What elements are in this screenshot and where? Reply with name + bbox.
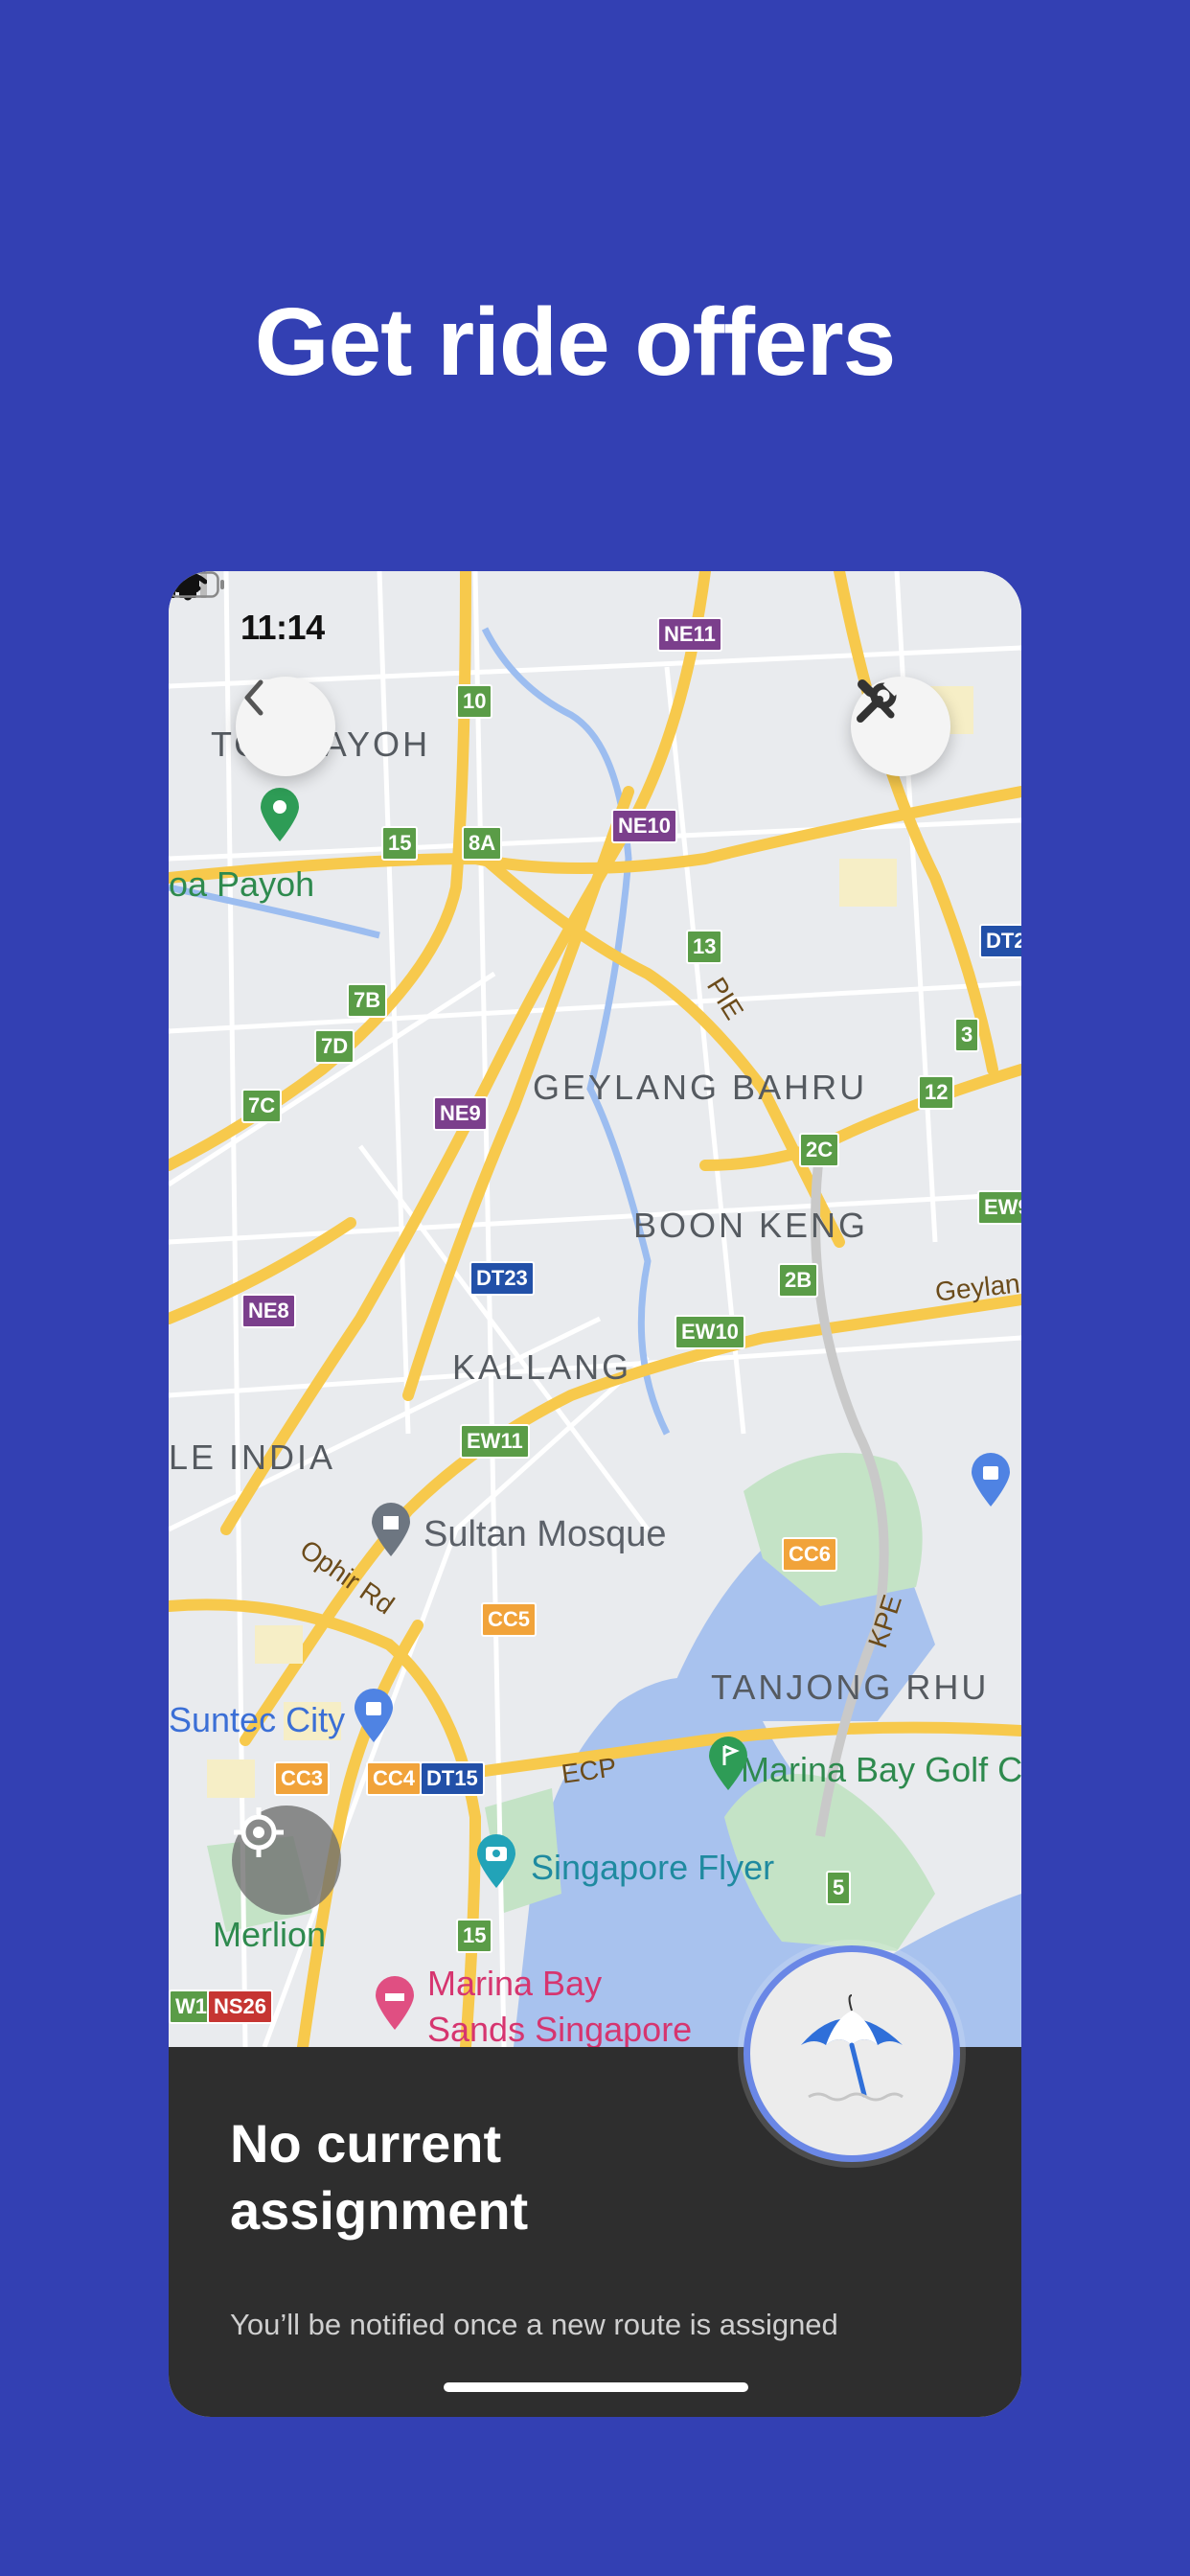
home-indicator[interactable] [444, 2382, 748, 2392]
back-button[interactable] [236, 677, 335, 776]
status-bar: 11:14 [169, 571, 1021, 667]
map-badge: 7B [347, 983, 388, 1018]
map-badge: DT23 [469, 1261, 535, 1296]
map-badge: 15 [456, 1919, 493, 1953]
shopping-pin-icon[interactable] [353, 1687, 395, 1744]
map-badge: 13 [686, 930, 723, 964]
area-label-little-india: LE INDIA [169, 1438, 336, 1477]
place-label-merlion: Merlion [213, 1915, 327, 1954]
map-badge: CC3 [274, 1761, 331, 1796]
tools-button[interactable] [851, 677, 950, 776]
map-badge: 3 [954, 1018, 980, 1052]
map-badge: 12 [918, 1075, 955, 1110]
area-label-tanjong-rhu: TANJONG RHU [711, 1668, 990, 1707]
map-badge: 5 [826, 1871, 852, 1905]
map-badge: 2B [778, 1263, 819, 1298]
map-badge: NS26 [207, 1990, 274, 2024]
map-badge: DT15 [420, 1761, 485, 1796]
place-label-suntec-city: Suntec City [169, 1700, 346, 1739]
assignment-subtitle: You’ll be notified once a new route is a… [230, 2308, 838, 2341]
map-view[interactable]: TOA PAYOH GEYLANG BAHRU BOON KENG KALLAN… [169, 571, 1021, 2049]
place-label-singapore-flyer: Singapore Flyer [531, 1848, 775, 1887]
my-location-button[interactable] [232, 1806, 341, 1915]
phone-screenshot: TOA PAYOH GEYLANG BAHRU BOON KENG KALLAN… [169, 571, 1021, 2417]
map-badge: CC4 [366, 1761, 423, 1796]
map-badge: CC5 [481, 1602, 538, 1637]
battery-icon [169, 571, 224, 598]
map-badge: 7C [241, 1089, 283, 1123]
map-badge: EW11 [460, 1424, 530, 1459]
area-label-boon-keng: BOON KENG [633, 1206, 869, 1245]
area-label-geylang-bahru: GEYLANG BAHRU [533, 1068, 868, 1107]
map-badge: 7D [314, 1029, 355, 1064]
place-label-toa-payoh: oa Payoh [169, 864, 315, 904]
map-badge: EW9 [977, 1190, 1021, 1225]
map-badge: 15 [381, 826, 419, 861]
wrench-icon [857, 679, 900, 723]
place-label-marina-bay-sands-1: Marina Bay [427, 1964, 603, 2003]
map-badge: EW10 [675, 1315, 745, 1349]
mosque-pin-icon[interactable] [370, 1501, 412, 1558]
crosshair-icon [234, 1807, 284, 1857]
map-badge: DT2 [979, 924, 1021, 958]
hotel-pin-icon[interactable] [374, 1974, 416, 2032]
map-pin-icon[interactable] [259, 786, 301, 843]
place-label-marina-bay-golf: Marina Bay Golf C [741, 1750, 1021, 1789]
status-time: 11:14 [240, 608, 325, 647]
place-label-sultan-mosque: Sultan Mosque [423, 1514, 667, 1554]
map-badge: NE10 [611, 809, 678, 843]
map-badge: NE8 [241, 1294, 296, 1328]
chevron-left-icon [244, 679, 263, 716]
place-label-marina-bay-sands-2: Sands Singapore [427, 2010, 693, 2049]
beach-umbrella-icon [801, 1994, 904, 2102]
map-badge: NE9 [433, 1096, 488, 1131]
area-label-kallang: KALLANG [452, 1347, 632, 1387]
driver-status-button[interactable] [744, 1945, 960, 2162]
camera-pin-icon[interactable] [475, 1832, 517, 1890]
map-badge: CC6 [782, 1537, 838, 1572]
page-headline: Get ride offers [254, 288, 897, 396]
map-badge: 8A [462, 826, 503, 861]
map-badge: 2C [799, 1133, 840, 1167]
assignment-title: No current assignment [230, 2113, 529, 2241]
map-badge: 10 [456, 684, 493, 719]
golf-pin-icon[interactable] [707, 1735, 749, 1792]
shopping-pin-icon[interactable] [970, 1451, 1012, 1508]
